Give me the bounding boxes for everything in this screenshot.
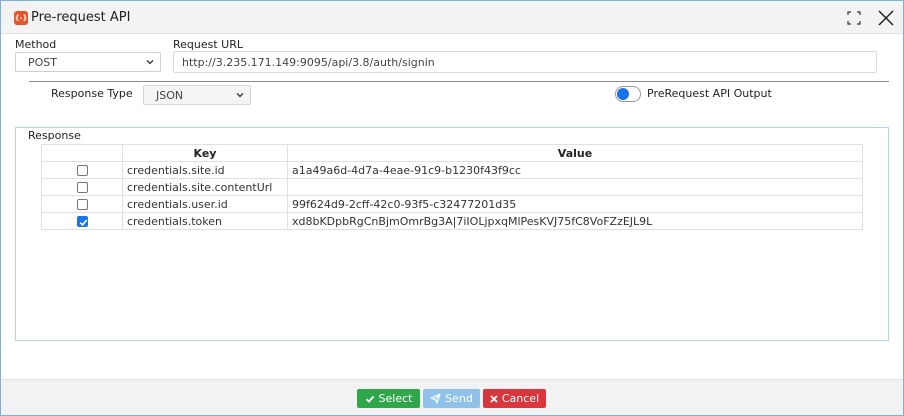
column-header-value: Value xyxy=(287,144,863,162)
row-checkbox-checked[interactable] xyxy=(76,216,88,227)
api-braces-icon: {-} xyxy=(14,11,28,25)
cancel-button-label: Cancel xyxy=(501,392,540,405)
row-value xyxy=(287,178,863,196)
check-icon xyxy=(365,395,374,403)
column-header-select xyxy=(41,144,123,162)
maximize-icon xyxy=(847,11,861,25)
row-key: credentials.site.contentUrl xyxy=(122,178,288,196)
request-url-label: Request URL xyxy=(173,38,244,51)
method-select[interactable]: POST xyxy=(15,52,161,72)
row-value: xd8bKDpbRgCnBjmOmrBg3A|7iIOLjpxqMlPesKVJ… xyxy=(287,212,863,230)
row-key: credentials.user.id xyxy=(122,195,288,213)
maximize-button[interactable] xyxy=(847,11,861,25)
method-label: Method xyxy=(15,38,57,51)
row-checkbox[interactable] xyxy=(76,182,88,193)
response-type-label: Response Type xyxy=(51,87,133,100)
title-bar: {-} Pre-request API xyxy=(1,1,903,34)
table-row: credentials.site.id a1a49a6d-4d7a-4eae-9… xyxy=(41,161,863,179)
select-button-label: Select xyxy=(378,392,413,405)
table-row: credentials.user.id 99f624d9-2cff-42c0-9… xyxy=(41,195,863,213)
request-url-input[interactable]: http://3.235.171.149:9095/api/3.8/auth/s… xyxy=(173,51,877,73)
send-button-label: Send xyxy=(445,392,473,405)
response-type-value: JSON xyxy=(156,89,184,102)
method-value: POST xyxy=(28,56,57,69)
response-legend: Response xyxy=(27,129,82,142)
close-icon xyxy=(490,394,498,403)
close-button[interactable] xyxy=(877,9,895,27)
toggle-knob xyxy=(617,88,629,100)
cancel-button[interactable]: Cancel xyxy=(483,389,546,408)
response-type-select[interactable]: JSON xyxy=(143,85,251,105)
divider xyxy=(29,81,889,82)
column-header-key: Key xyxy=(122,144,288,162)
send-button[interactable]: Send xyxy=(423,389,480,408)
row-checkbox[interactable] xyxy=(76,199,88,210)
table-row: credentials.token xd8bKDpbRgCnBjmOmrBg3A… xyxy=(41,212,863,230)
table-header-row: Key Value xyxy=(41,144,863,162)
response-table: Key Value credentials.site.id a1a49a6d-4… xyxy=(41,144,863,230)
chevron-down-icon xyxy=(236,93,244,98)
dialog-window: {-} Pre-request API Method POST Request … xyxy=(0,0,904,416)
row-value: 99f624d9-2cff-42c0-93f5-c32477201d35 xyxy=(287,195,863,213)
row-checkbox[interactable] xyxy=(76,165,88,176)
checkmark-icon xyxy=(79,219,87,227)
table-row: credentials.site.contentUrl xyxy=(41,178,863,196)
paper-plane-icon xyxy=(430,393,441,404)
prerequest-output-toggle[interactable] xyxy=(615,86,641,102)
row-value: a1a49a6d-4d7a-4eae-91c9-b1230f43f9cc xyxy=(287,161,863,179)
select-button[interactable]: Select xyxy=(357,389,420,408)
chevron-down-icon xyxy=(146,60,154,65)
dialog-title: Pre-request API xyxy=(31,10,131,25)
prerequest-output-label: PreRequest API Output xyxy=(647,87,772,100)
close-icon xyxy=(878,10,894,26)
row-key: credentials.token xyxy=(122,212,288,230)
row-key: credentials.site.id xyxy=(122,161,288,179)
